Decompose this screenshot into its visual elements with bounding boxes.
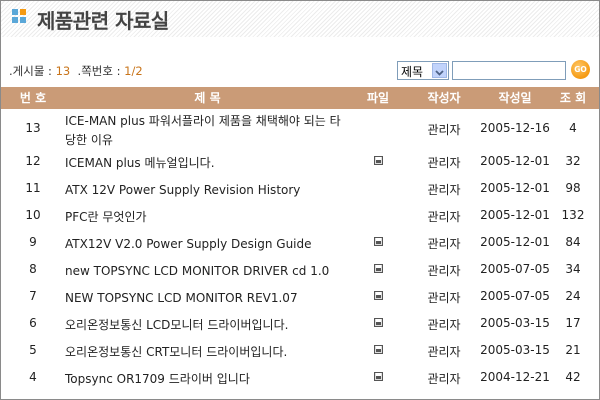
page-label: .쪽번호 : (77, 64, 125, 78)
row-date: 2005-12-01 (480, 181, 550, 195)
row-author: 관리자 (427, 123, 461, 137)
row-author: 관리자 (427, 237, 461, 251)
row-views: 4 (569, 121, 577, 135)
row-date: 2005-03-15 (480, 316, 550, 330)
file-attachment[interactable] (361, 316, 395, 330)
disk-icon[interactable] (373, 291, 383, 300)
chevron-down-icon[interactable] (432, 63, 447, 78)
row-number: 12 (25, 154, 41, 168)
header-title: 제 목 (194, 91, 221, 105)
row-date: 2004-12-21 (480, 370, 550, 384)
row-views: 98 (565, 181, 581, 195)
row-number: 7 (29, 289, 37, 303)
header-no: 번 호 (19, 91, 47, 105)
table-row: 12 ICEMAN plus 메뉴얼입니다. 관리자 2005-12-01 32 (1, 154, 599, 174)
post-title-link[interactable]: NEW TOPSYNC LCD MONITOR REV1.07 (65, 289, 350, 308)
table-row: 6 오리온정보통신 LCD모니터 드라이버입니다. 관리자 2005-03-15… (1, 316, 599, 336)
row-date: 2005-12-01 (480, 235, 550, 249)
row-date: 2005-07-05 (480, 289, 550, 303)
file-attachment[interactable] (361, 343, 395, 357)
disk-icon[interactable] (373, 345, 383, 354)
row-date: 2005-12-01 (480, 154, 550, 168)
post-title-link[interactable]: 오리온정보통신 CRT모니터 드라이버입니다. (65, 343, 350, 362)
search-input[interactable] (452, 61, 566, 80)
search-field-value: 제목 (401, 65, 424, 79)
row-views: 17 (565, 316, 581, 330)
row-author: 관리자 (427, 183, 461, 197)
page-title: 제품관련 자료실 (37, 9, 169, 33)
row-author: 관리자 (427, 345, 461, 359)
row-author: 관리자 (427, 210, 461, 224)
row-author: 관리자 (427, 264, 461, 278)
search-field-select[interactable]: 제목 (397, 61, 449, 80)
row-date: 2005-07-05 (480, 262, 550, 276)
row-views: 84 (565, 235, 581, 249)
table-row: 10 PFC란 무엇인가 관리자 2005-12-01 132 (1, 208, 599, 228)
header-author: 작성자 (427, 91, 461, 105)
page-number: 1/2 (124, 64, 143, 78)
row-number: 13 (25, 121, 41, 135)
table-header: 번 호 제 목 파일 작성자 작성일 조 회 (1, 87, 599, 109)
board-frame: 제품관련 자료실 .게시물 : 13 .쪽번호 : 1/2 제목 GO 번 호 … (0, 0, 600, 400)
posts-count: 13 (55, 64, 71, 78)
row-author: 관리자 (427, 318, 461, 332)
table-row: 8 new TOPSYNC LCD MONITOR DRIVER cd 1.0 … (1, 262, 599, 282)
row-date: 2005-03-15 (480, 343, 550, 357)
disk-icon[interactable] (373, 156, 383, 165)
posts-label: .게시물 : (9, 64, 56, 78)
table-row: 11 ATX 12V Power Supply Revision History… (1, 181, 599, 201)
squares-icon (12, 9, 26, 23)
file-attachment[interactable] (361, 262, 395, 276)
header-file: 파일 (366, 91, 390, 105)
row-author: 관리자 (427, 291, 461, 305)
row-date: 2005-12-16 (480, 121, 550, 135)
row-views: 21 (565, 343, 581, 357)
table-row: 7 NEW TOPSYNC LCD MONITOR REV1.07 관리자 20… (1, 289, 599, 309)
row-author: 관리자 (427, 372, 461, 386)
file-attachment[interactable] (361, 235, 395, 249)
row-number: 5 (29, 343, 37, 357)
row-views: 32 (565, 154, 581, 168)
header-views: 조 회 (559, 91, 587, 105)
row-number: 4 (29, 370, 37, 384)
disk-icon[interactable] (373, 372, 383, 381)
post-title-link[interactable]: ATX12V V2.0 Power Supply Design Guide (65, 235, 350, 254)
post-title-link[interactable]: Topsync OR1709 드라이버 입니다 (65, 370, 350, 389)
file-attachment[interactable] (361, 154, 395, 168)
post-title-link[interactable]: ICEMAN plus 메뉴얼입니다. (65, 154, 350, 173)
row-number: 6 (29, 316, 37, 330)
table-row: 13 ICE-MAN plus 파워서플라이 제품을 채택해야 되는 타당한 이… (1, 111, 599, 151)
disk-icon[interactable] (373, 237, 383, 246)
row-date: 2005-12-01 (480, 208, 550, 222)
row-views: 24 (565, 289, 581, 303)
file-attachment[interactable] (361, 370, 395, 384)
header-date: 작성일 (498, 91, 532, 105)
post-title-link[interactable]: ICE-MAN plus 파워서플라이 제품을 채택해야 되는 타당한 이유 (65, 112, 350, 150)
table-row: 5 오리온정보통신 CRT모니터 드라이버입니다. 관리자 2005-03-15… (1, 343, 599, 363)
row-number: 11 (25, 181, 41, 195)
board-info: .게시물 : 13 .쪽번호 : 1/2 (9, 63, 143, 79)
row-author: 관리자 (427, 156, 461, 170)
post-title-link[interactable]: 오리온정보통신 LCD모니터 드라이버입니다. (65, 316, 350, 335)
go-button[interactable]: GO (571, 60, 590, 79)
post-title-link[interactable]: PFC란 무엇인가 (65, 208, 350, 227)
row-number: 9 (29, 235, 37, 249)
row-views: 132 (561, 208, 585, 222)
table-row: 9 ATX12V V2.0 Power Supply Design Guide … (1, 235, 599, 255)
row-views: 42 (565, 370, 581, 384)
table-row: 4 Topsync OR1709 드라이버 입니다 관리자 2004-12-21… (1, 370, 599, 390)
row-views: 34 (565, 262, 581, 276)
file-attachment[interactable] (361, 289, 395, 303)
post-title-link[interactable]: ATX 12V Power Supply Revision History (65, 181, 350, 200)
disk-icon[interactable] (373, 264, 383, 273)
post-title-link[interactable]: new TOPSYNC LCD MONITOR DRIVER cd 1.0 (65, 262, 350, 281)
row-number: 10 (25, 208, 41, 222)
title-bar: 제품관련 자료실 (1, 1, 599, 37)
row-number: 8 (29, 262, 37, 276)
disk-icon[interactable] (373, 318, 383, 327)
